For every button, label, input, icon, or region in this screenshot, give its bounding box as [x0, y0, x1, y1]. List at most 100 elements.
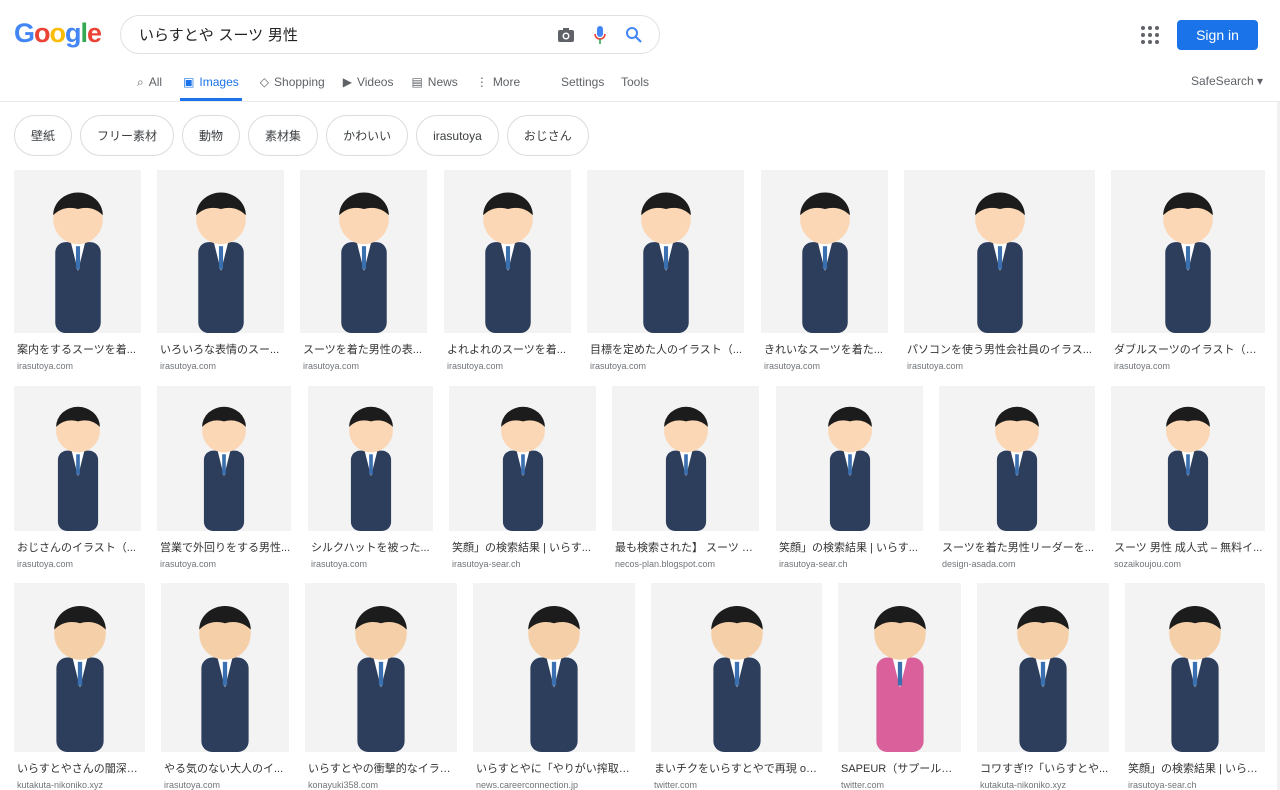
tools-link[interactable]: Tools [621, 75, 649, 89]
image-result[interactable]: 笑顔」の検索結果 | いらす... irasutoya-sear.ch [449, 386, 596, 569]
image-result[interactable]: シルクハットを被った... irasutoya.com [308, 386, 433, 569]
result-title[interactable]: いらすとやさんの闇深い... [14, 760, 145, 776]
result-source[interactable]: irasutoya.com [761, 361, 888, 371]
image-result[interactable]: 最も検索された】 スーツ 男... necos-plan.blogspot.co… [612, 386, 759, 569]
tab-images[interactable]: ▣ Images [180, 66, 242, 101]
search-icon[interactable] [623, 24, 645, 46]
result-thumbnail[interactable] [587, 170, 744, 333]
google-logo[interactable]: Google [14, 18, 102, 49]
result-title[interactable]: スーツを着た男性リーダーを... [939, 539, 1095, 555]
result-source[interactable]: irasutoya.com [587, 361, 744, 371]
result-thumbnail[interactable] [1111, 386, 1265, 531]
result-thumbnail[interactable] [444, 170, 571, 333]
result-source[interactable]: necos-plan.blogspot.com [612, 559, 759, 569]
image-result[interactable]: ダブルスーツのイラスト（男... irasutoya.com [1111, 170, 1265, 371]
camera-icon[interactable] [555, 24, 577, 46]
result-source[interactable]: irasutoya.com [157, 361, 284, 371]
image-result[interactable]: コワすぎ!?「いらすとや... kutakuta-nikoniko.xyz [977, 583, 1109, 790]
result-source[interactable]: irasutoya.com [300, 361, 427, 371]
result-thumbnail[interactable] [14, 170, 141, 333]
result-title[interactable]: 案内をするスーツを着... [14, 341, 141, 357]
image-result[interactable]: スーツ 男性 成人式 – 無料イ... sozaikoujou.com [1111, 386, 1265, 569]
result-source[interactable]: irasutoya-sear.ch [1125, 780, 1265, 790]
result-thumbnail[interactable] [14, 583, 145, 752]
result-title[interactable]: いらすとやに「やりがい搾取」... [473, 760, 635, 776]
image-result[interactable]: SAPEUR（サプール）... twitter.com [838, 583, 961, 790]
image-result[interactable]: きれいなスーツを着た... irasutoya.com [761, 170, 888, 371]
result-title[interactable]: 笑顔」の検索結果 | いらす... [776, 539, 923, 555]
result-source[interactable]: irasutoya.com [904, 361, 1095, 371]
image-result[interactable]: いらすとやの衝撃的なイラス... konayuki358.com [305, 583, 457, 790]
image-result[interactable]: 案内をするスーツを着... irasutoya.com [14, 170, 141, 371]
tab-more[interactable]: ⋮ More [476, 66, 520, 101]
result-title[interactable]: やる気のない大人のイ... [161, 760, 289, 776]
result-title[interactable]: スーツを着た男性の表... [300, 341, 427, 357]
result-thumbnail[interactable] [939, 386, 1095, 531]
result-title[interactable]: いらすとやの衝撃的なイラス... [305, 760, 457, 776]
chip[interactable]: 動物 [182, 115, 241, 156]
result-thumbnail[interactable] [157, 170, 284, 333]
result-title[interactable]: 営業で外回りをする男性... [157, 539, 291, 555]
image-result[interactable]: まいチクをいらすとやで再現 on ... twitter.com [651, 583, 822, 790]
chip[interactable]: おじさん [506, 115, 589, 156]
result-source[interactable]: irasutoya.com [14, 559, 141, 569]
result-thumbnail[interactable] [449, 386, 596, 531]
result-source[interactable]: irasutoya.com [157, 559, 291, 569]
image-result[interactable]: 目標を定めた人のイラスト（... irasutoya.com [587, 170, 744, 371]
image-result[interactable]: よれよれのスーツを着... irasutoya.com [444, 170, 571, 371]
result-thumbnail[interactable] [161, 583, 289, 752]
result-source[interactable]: irasutoya.com [308, 559, 433, 569]
result-thumbnail[interactable] [300, 170, 427, 333]
chip[interactable]: irasutoya [416, 115, 499, 156]
result-source[interactable]: kutakuta-nikoniko.xyz [977, 780, 1109, 790]
result-thumbnail[interactable] [308, 386, 433, 531]
result-title[interactable]: まいチクをいらすとやで再現 on ... [651, 760, 822, 776]
result-thumbnail[interactable] [651, 583, 822, 752]
result-title[interactable]: いろいろな表情のスー... [157, 341, 284, 357]
result-thumbnail[interactable] [473, 583, 635, 752]
result-title[interactable]: 笑顔」の検索結果 | いらす... [1125, 760, 1265, 776]
microphone-icon[interactable] [589, 24, 611, 46]
result-title[interactable]: よれよれのスーツを着... [444, 341, 571, 357]
image-result[interactable]: 笑顔」の検索結果 | いらす... irasutoya-sear.ch [776, 386, 923, 569]
result-source[interactable]: sozaikoujou.com [1111, 559, 1265, 569]
tab-all[interactable]: ⌕ All [137, 66, 162, 101]
image-result[interactable]: 笑顔」の検索結果 | いらす... irasutoya-sear.ch [1125, 583, 1265, 790]
result-thumbnail[interactable] [904, 170, 1095, 333]
result-source[interactable]: irasutoya.com [444, 361, 571, 371]
image-result[interactable]: スーツを着た男性リーダーを... design-asada.com [939, 386, 1095, 569]
settings-link[interactable]: Settings [561, 75, 604, 89]
chip[interactable]: 素材集 [248, 115, 319, 156]
result-title[interactable]: 笑顔」の検索結果 | いらす... [449, 539, 596, 555]
result-source[interactable]: news.careerconnection.jp [473, 780, 635, 790]
result-source[interactable]: kutakuta-nikoniko.xyz [14, 780, 145, 790]
result-title[interactable]: きれいなスーツを着た... [761, 341, 888, 357]
safesearch-menu[interactable]: SafeSearch ▾ [1191, 74, 1263, 88]
result-title[interactable]: スーツ 男性 成人式 – 無料イ... [1111, 539, 1265, 555]
chip[interactable]: かわいい [326, 115, 409, 156]
image-result[interactable]: スーツを着た男性の表... irasutoya.com [300, 170, 427, 371]
tab-shopping[interactable]: ◇ Shopping [260, 66, 325, 101]
apps-icon[interactable] [1141, 26, 1159, 44]
result-thumbnail[interactable] [977, 583, 1109, 752]
result-source[interactable]: irasutoya-sear.ch [449, 559, 596, 569]
sign-in-button[interactable]: Sign in [1177, 20, 1258, 50]
result-title[interactable]: 目標を定めた人のイラスト（... [587, 341, 744, 357]
image-result[interactable]: 営業で外回りをする男性... irasutoya.com [157, 386, 291, 569]
tab-videos[interactable]: ▶ Videos [343, 66, 394, 101]
result-title[interactable]: おじさんのイラスト（... [14, 539, 141, 555]
result-source[interactable]: design-asada.com [939, 559, 1095, 569]
result-thumbnail[interactable] [761, 170, 888, 333]
result-thumbnail[interactable] [838, 583, 961, 752]
result-source[interactable]: irasutoya.com [1111, 361, 1265, 371]
search-input[interactable] [139, 25, 543, 44]
image-result[interactable]: パソコンを使う男性会社員のイラス... irasutoya.com [904, 170, 1095, 371]
result-source[interactable]: irasutoya-sear.ch [776, 559, 923, 569]
result-thumbnail[interactable] [305, 583, 457, 752]
image-result[interactable]: やる気のない大人のイ... irasutoya.com [161, 583, 289, 790]
result-source[interactable]: twitter.com [651, 780, 822, 790]
result-thumbnail[interactable] [1125, 583, 1265, 752]
chip[interactable]: 壁紙 [14, 115, 73, 156]
result-source[interactable]: irasutoya.com [161, 780, 289, 790]
tab-news[interactable]: ▤ News [411, 66, 457, 101]
